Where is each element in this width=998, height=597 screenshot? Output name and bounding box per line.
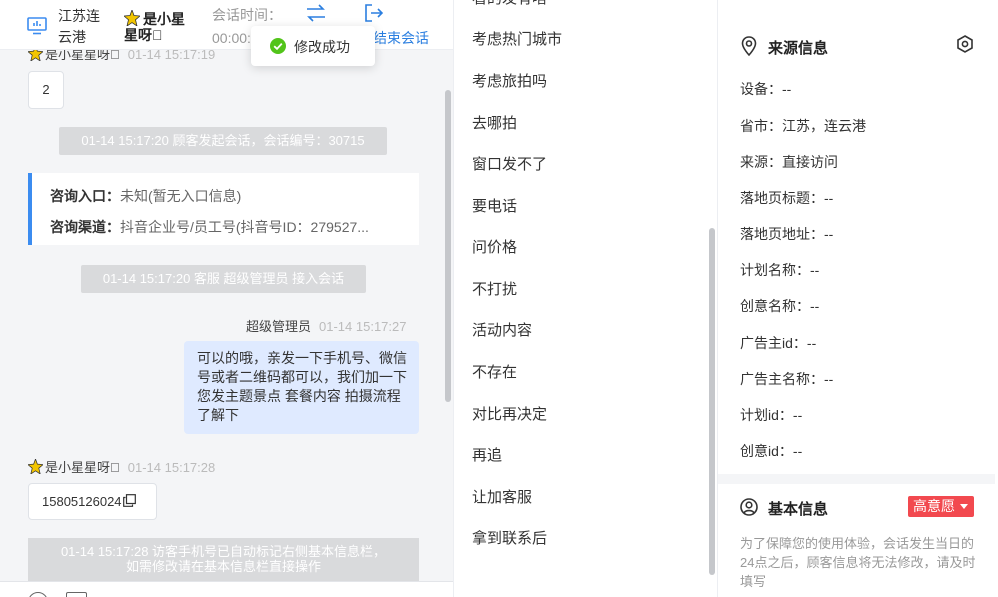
avatar-icon (28, 459, 43, 474)
source-row-advertiser-name: 广告主名称：-- (740, 371, 834, 387)
source-row-device: 设备：-- (740, 81, 792, 97)
source-row-source: 来源：直接访问 (740, 154, 838, 170)
customer-info-panel: 来源信息 设备：-- 省市：江苏，连云港 来源：直接访问 落地页标题：-- 落地… (717, 0, 998, 597)
system-message: 01-14 15:17:28 访客手机号已自动标记右侧基本信息栏， 如需修改请在… (28, 538, 419, 582)
system-message: 01-14 15:17:20 顾客发起会话，会话编号：30715 (59, 127, 387, 155)
source-row-creative-name: 创意名称：-- (740, 298, 820, 314)
check-circle-icon (270, 38, 286, 54)
source-row-plan-id: 计划id：-- (740, 407, 803, 423)
settings-icon[interactable] (956, 35, 974, 53)
section-divider (718, 474, 998, 484)
quick-reply-item[interactable]: 拿到联系后 (472, 527, 547, 548)
quick-reply-item[interactable]: 让加客服 (472, 486, 532, 507)
source-row-landing-title: 落地页标题：-- (740, 190, 834, 206)
quick-reply-item[interactable]: 对比再决定 (472, 403, 547, 424)
agent-message: 可以的哦，亲发一下手机号、微信号或者二维码都可以，我们加一下您发主题景点 套餐内… (184, 341, 419, 434)
quick-reply-panel: 看的发有啥 考虑热门城市 考虑旅拍吗 去哪拍 窗口发不了 要电话 问价格 不打扰… (453, 0, 717, 597)
phone-message: 15805126024 (28, 483, 157, 520)
entry-row: 咨询入口：未知(暂无入口信息) (50, 188, 242, 204)
basic-info-note: 为了保障您的使用体验，会话发生当日的24点之后，顾客信息将无法修改，请及时填写 (740, 536, 976, 589)
channel-row: 咨询渠道：抖音企业号/员工号(抖音号ID：279527... (50, 219, 369, 235)
logout-icon[interactable] (364, 4, 384, 22)
chat-header: 江苏连云港 是小星星呀􀀀 会话时间： 00:00: 结束会话 (0, 0, 453, 50)
system-message: 01-14 15:17:20 客服 超级管理员 接入会话 (81, 265, 366, 293)
quick-reply-item[interactable]: 不打扰 (472, 278, 517, 299)
quick-reply-item[interactable]: 不存在 (472, 361, 517, 382)
quick-reply-item[interactable]: 考虑热门城市 (472, 28, 562, 49)
quick-reply-item[interactable]: 活动内容 (472, 319, 532, 340)
quick-reply-item[interactable]: 再追 (472, 444, 502, 465)
consult-info-card: 咨询入口：未知(暂无入口信息) 咨询渠道：抖音企业号/员工号(抖音号ID：279… (28, 173, 419, 245)
avatar-icon (124, 10, 140, 26)
location-pin-icon (741, 36, 757, 56)
chat-scrollbar[interactable] (445, 90, 451, 402)
user-circle-icon (740, 498, 758, 516)
caret-down-icon (960, 504, 968, 509)
quick-reply-scrollbar[interactable] (709, 228, 715, 575)
source-info-title: 来源信息 (768, 40, 829, 57)
session-time-value: 00:00: (212, 30, 251, 46)
emoji-icon[interactable] (28, 592, 48, 597)
message-meta: 超级管理员 01-14 15:17:27 (246, 319, 407, 334)
intent-dropdown[interactable]: 高意愿 (908, 496, 974, 517)
customer-location: 江苏连云港 (58, 8, 100, 45)
customer-message: 2 (28, 71, 64, 109)
toast-text: 修改成功 (294, 39, 350, 55)
source-row-landing-url: 落地页地址：-- (740, 226, 834, 242)
end-session-button[interactable]: 结束会话 (373, 29, 429, 47)
quick-reply-item[interactable]: 要电话 (472, 195, 517, 216)
chat-input-toolbar (0, 581, 453, 597)
message-meta: 是小星星呀􀀀 01-14 15:17:28 (28, 457, 215, 476)
session-time-label: 会话时间： (212, 7, 282, 23)
transfer-icon[interactable] (305, 4, 327, 22)
chat-panel: 江苏连云港 是小星星呀􀀀 会话时间： 00:00: 结束会话 修改成功 是小星星… (0, 0, 453, 597)
source-row-province: 省市：江苏，连云港 (740, 118, 866, 134)
quick-reply-item[interactable]: 去哪拍 (472, 112, 517, 133)
quick-reply-item[interactable]: 窗口发不了 (472, 153, 547, 174)
source-row-advertiser-id: 广告主id：-- (740, 335, 817, 351)
source-row-creative-id: 创意id：-- (740, 443, 803, 459)
copy-icon[interactable] (122, 494, 136, 507)
quick-reply-item[interactable]: 考虑旅拍吗 (472, 70, 547, 91)
success-toast: 修改成功 (251, 26, 375, 66)
quick-reply-item[interactable]: 看的发有啥 (472, 0, 547, 8)
customer-name: 是小星星呀􀀀 (124, 10, 196, 43)
image-icon[interactable] (66, 592, 87, 597)
monitor-icon (27, 17, 47, 35)
basic-info-title: 基本信息 (768, 501, 829, 518)
source-row-plan-name: 计划名称：-- (740, 262, 820, 278)
quick-reply-item[interactable]: 问价格 (472, 236, 517, 257)
